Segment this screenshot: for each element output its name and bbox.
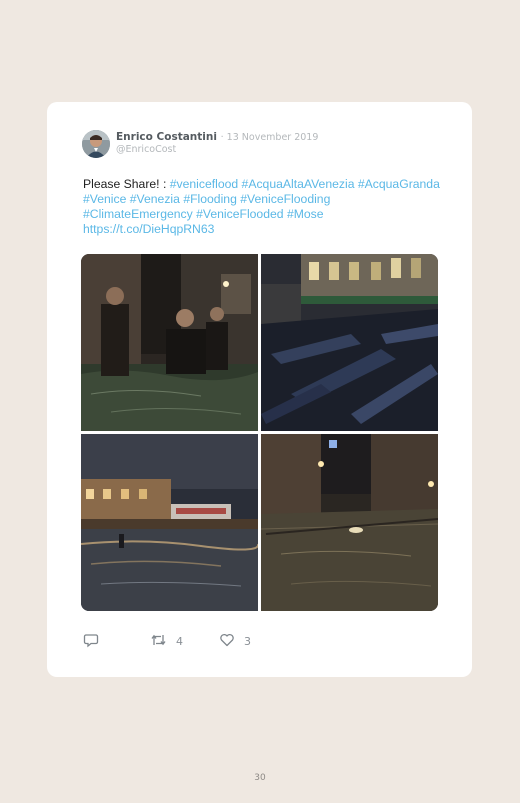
author-handle[interactable]: @EnricoCost [116, 144, 176, 155]
hashtag-link[interactable]: #Venezia [130, 192, 180, 206]
reply-button[interactable] [83, 632, 99, 651]
reply-icon [83, 632, 99, 651]
page-number: 30 [254, 773, 266, 783]
tweet-url-link[interactable]: https://t.co/DieHqpRN63 [83, 222, 214, 236]
hashtag-link[interactable]: #AcquaAltaAVenezia [242, 177, 355, 191]
like-button[interactable]: 3 [219, 632, 251, 651]
hashtag-link[interactable]: #VeniceFlooding [240, 192, 330, 206]
tweet-date[interactable]: · 13 November 2019 [221, 132, 319, 143]
author-line: Enrico Costantini · 13 November 2019 [116, 131, 318, 143]
hashtag-link[interactable]: #Flooding [183, 192, 237, 206]
heart-icon [219, 632, 235, 651]
photo-grid [81, 254, 438, 611]
author-name[interactable]: Enrico Costantini [116, 131, 217, 143]
avatar[interactable] [82, 130, 110, 158]
photo-flooded-street-people[interactable] [81, 254, 258, 431]
hashtag-link[interactable]: #veniceflood [170, 177, 238, 191]
retweet-button[interactable]: 4 [150, 632, 183, 651]
hashtag-link[interactable]: #Mose [287, 207, 324, 221]
tweet-actions: 4 3 [83, 632, 383, 650]
tweet-text: Please Share! : #veniceflood #AcquaAltaA… [83, 177, 443, 237]
hashtag-link[interactable]: #ClimateEmergency [83, 207, 193, 221]
retweet-icon [150, 632, 167, 651]
hashtag-link[interactable]: #Venice [83, 192, 126, 206]
hashtag-link[interactable]: #AcquaGranda [358, 177, 440, 191]
photo-flooded-canal[interactable] [261, 434, 438, 611]
retweet-count: 4 [176, 635, 183, 648]
tweet-card: Enrico Costantini · 13 November 2019 @En… [47, 102, 472, 677]
tweet-text-prefix: Please Share! : [83, 177, 170, 191]
photo-flooded-waterfront[interactable] [81, 434, 258, 611]
photo-gondolas-at-night[interactable] [261, 254, 438, 431]
hashtag-link[interactable]: #VeniceFlooded [196, 207, 283, 221]
like-count: 3 [244, 635, 251, 648]
